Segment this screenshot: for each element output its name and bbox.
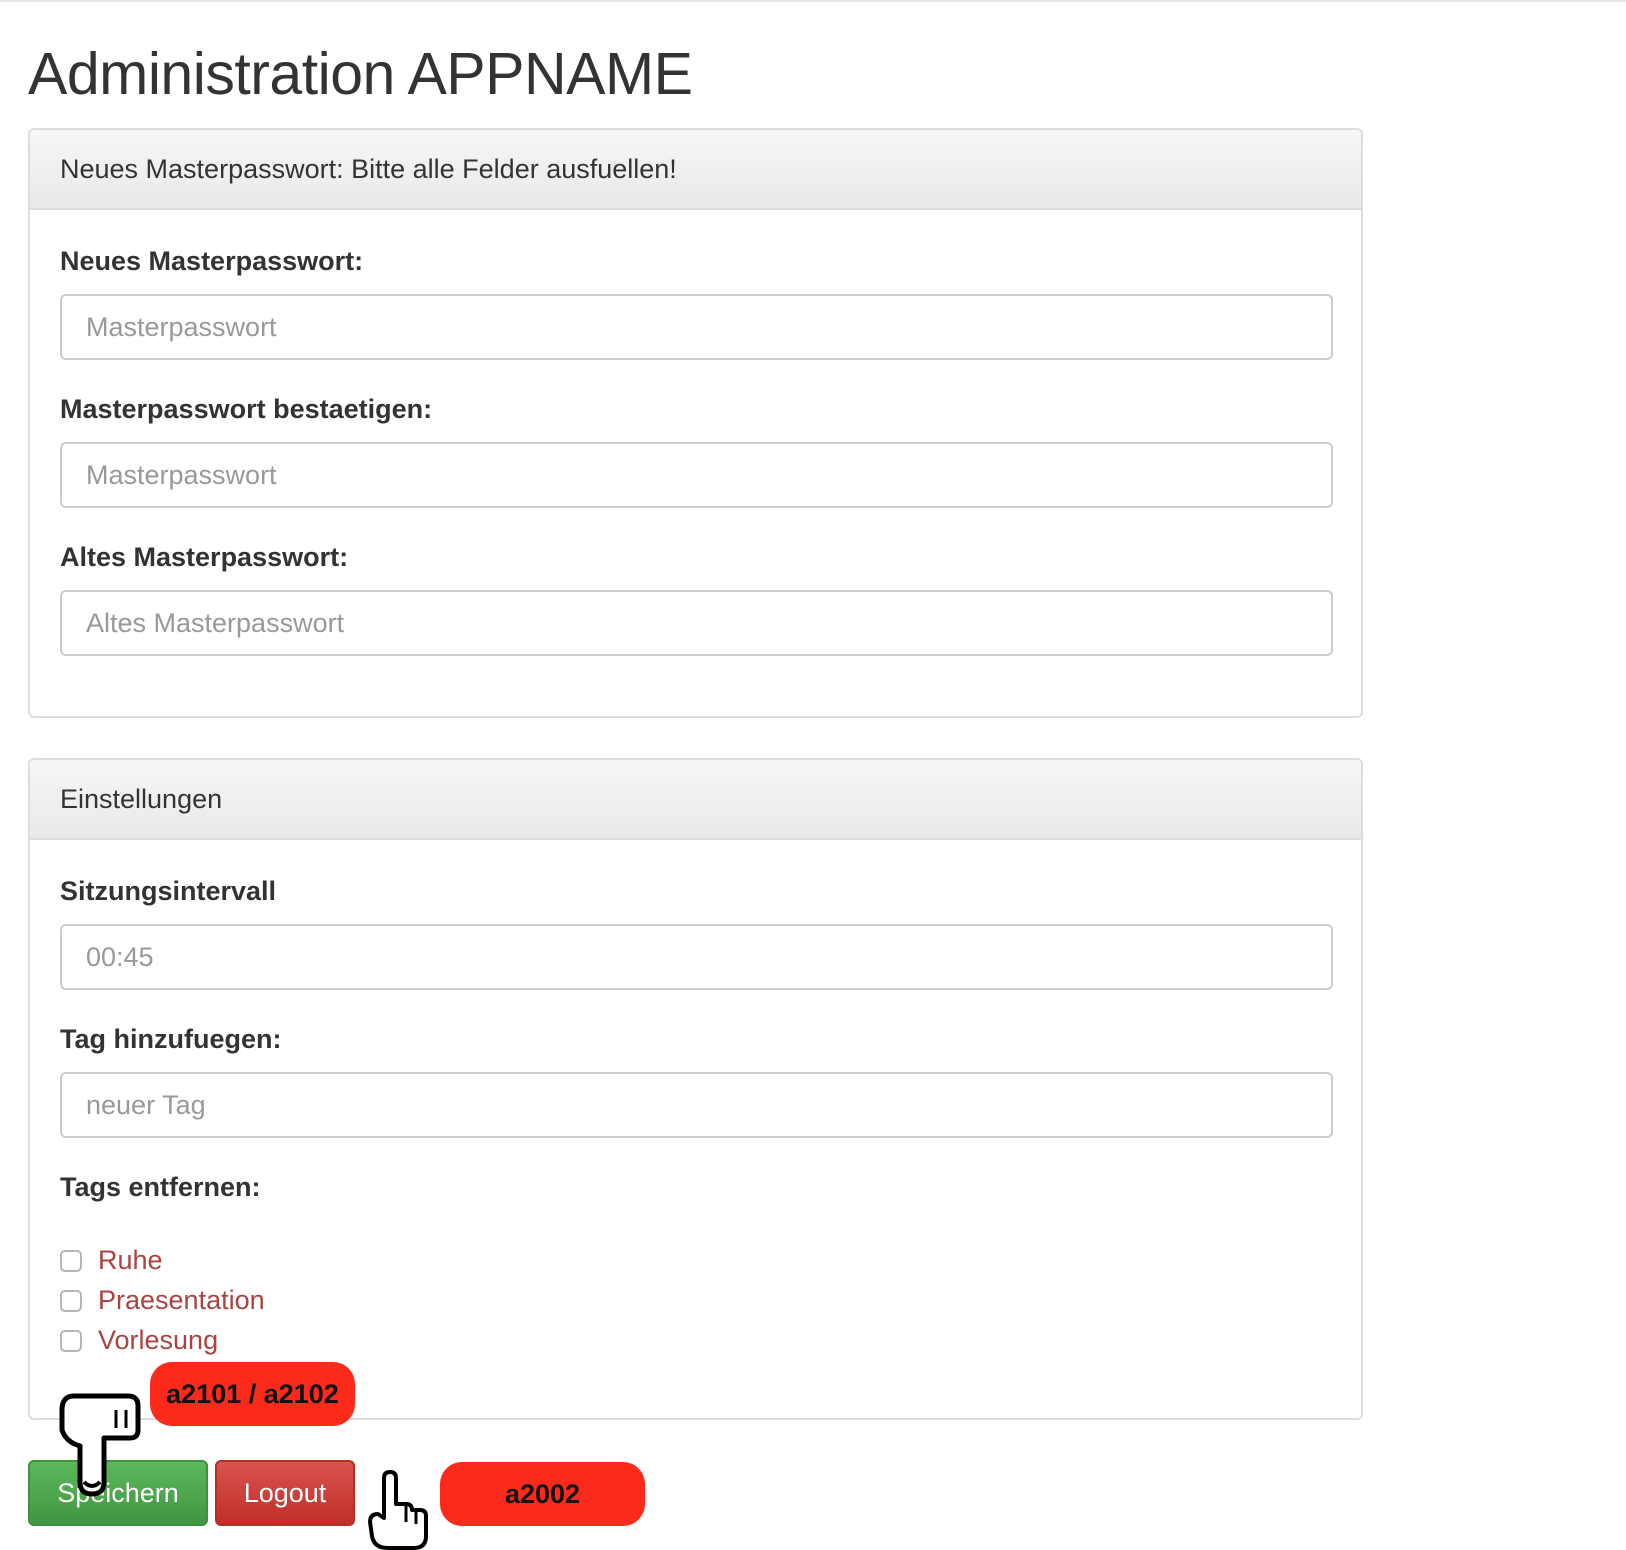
tag-checkbox-row[interactable]: Praesentation — [60, 1285, 265, 1316]
tag-checkbox-row[interactable]: Ruhe — [60, 1245, 163, 1276]
confirm-password-input[interactable] — [60, 442, 1333, 508]
session-interval-label: Sitzungsintervall — [60, 876, 277, 906]
tag-checkbox[interactable] — [60, 1289, 82, 1312]
tag-checkbox[interactable] — [60, 1329, 82, 1352]
pointer-hand-icon — [59, 1393, 141, 1497]
tag-label[interactable]: Praesentation — [98, 1285, 265, 1316]
tag-label[interactable]: Vorlesung — [98, 1325, 218, 1356]
pointer-hand-icon — [368, 1470, 428, 1550]
confirm-password-label: Masterpasswort bestaetigen: — [60, 394, 433, 424]
tag-checkbox[interactable] — [60, 1249, 82, 1272]
logout-button[interactable]: Logout — [215, 1460, 355, 1526]
save-annotation-badge: a2101 / a2102 — [150, 1362, 355, 1426]
remove-tags-label: Tags entfernen: — [60, 1172, 261, 1202]
new-password-label: Neues Masterpasswort: — [60, 246, 364, 276]
settings-panel: Einstellungen Sitzungsintervall Tag hinz… — [28, 758, 1363, 1420]
session-interval-input[interactable] — [60, 924, 1333, 990]
new-password-input[interactable] — [60, 294, 1333, 360]
tag-label[interactable]: Ruhe — [98, 1245, 163, 1276]
top-border — [0, 0, 1626, 2]
logout-annotation-badge: a2002 — [440, 1462, 645, 1526]
old-password-input[interactable] — [60, 590, 1333, 656]
settings-panel-heading: Einstellungen — [30, 760, 1361, 840]
add-tag-label: Tag hinzufuegen: — [60, 1024, 282, 1054]
password-panel: Neues Masterpasswort: Bitte alle Felder … — [28, 128, 1363, 718]
add-tag-input[interactable] — [60, 1072, 1333, 1138]
tag-checkbox-row[interactable]: Vorlesung — [60, 1325, 218, 1356]
password-panel-heading: Neues Masterpasswort: Bitte alle Felder … — [30, 130, 1361, 210]
page-title: Administration APPNAME — [28, 41, 693, 107]
old-password-label: Altes Masterpasswort: — [60, 542, 349, 572]
